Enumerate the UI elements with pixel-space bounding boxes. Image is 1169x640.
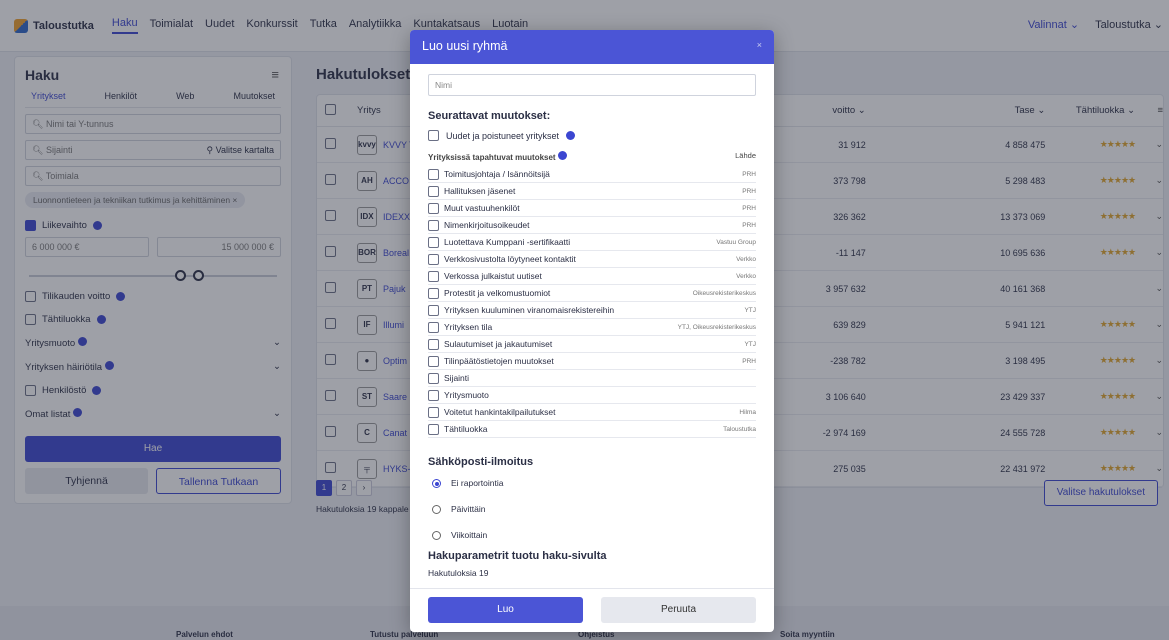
change-option-row[interactable]: Yrityksen tila YTJ, Oikeusrekisterikeskus: [428, 319, 756, 336]
change-option-checkbox[interactable]: [428, 253, 439, 265]
change-option-row[interactable]: Verkkosivustolta löytyneet kontaktit Verk…: [428, 251, 756, 268]
change-option-row[interactable]: Yrityksen kuuluminen viranomaisrekistere…: [428, 302, 756, 319]
change-option-row[interactable]: Voitetut hankintakilpailutukset Hilma: [428, 404, 756, 421]
change-option-label: Voitetut hankintakilpailutukset: [444, 407, 556, 417]
email-notify-title: Sähköposti-ilmoitus: [428, 456, 534, 468]
change-option-row[interactable]: Muut vastuuhenkilöt PRH: [428, 200, 756, 217]
params-title: Hakuparametrit tuotu haku-sivulta: [428, 550, 607, 562]
radio-weekly-label: Viikoittain: [451, 530, 488, 540]
new-removed-option[interactable]: Uudet ja poistuneet yritykset: [428, 130, 756, 141]
change-option-row[interactable]: Toimitusjohtaja / Isännöitsijä PRH: [428, 166, 756, 183]
new-removed-checkbox[interactable]: [428, 130, 439, 141]
params-count: Hakutuloksia 19: [428, 568, 489, 578]
change-option-row[interactable]: Sijainti: [428, 370, 756, 387]
change-option-checkbox[interactable]: [428, 423, 439, 435]
change-option-label: Nimenkirjoitusoikeudet: [444, 220, 530, 230]
change-option-checkbox[interactable]: [428, 287, 439, 299]
modal-footer: Luo Peruuta: [410, 588, 774, 632]
change-option-row[interactable]: Luotettava Kumppani -sertifikaatti Vastuu…: [428, 234, 756, 251]
modal-title: Luo uusi ryhmä: [422, 39, 508, 53]
radio-no-report-dot[interactable]: [432, 478, 441, 488]
change-option-source: PRH: [742, 187, 756, 195]
change-option-row[interactable]: Protestit ja velkomustuomiot Oikeusrekist…: [428, 285, 756, 302]
change-option-source: PRH: [742, 170, 756, 178]
change-option-checkbox[interactable]: [428, 270, 439, 282]
change-option-label: Toimitusjohtaja / Isännöitsijä: [444, 169, 550, 179]
change-option-source: Verkko: [736, 272, 756, 280]
tracked-changes-title: Seurattavat muutokset:: [428, 110, 551, 122]
change-option-label: Tilinpäätöstietojen muutokset: [444, 356, 554, 366]
change-option-source: PRH: [742, 221, 756, 229]
close-icon[interactable]: ×: [757, 40, 762, 50]
change-option-source: Hilma: [739, 408, 756, 416]
change-option-source: Oikeusrekisterikeskus: [692, 289, 756, 297]
change-option-source: PRH: [742, 204, 756, 212]
change-option-checkbox[interactable]: [428, 321, 439, 333]
radio-weekly-dot[interactable]: [432, 530, 441, 540]
radio-daily-dot[interactable]: [432, 504, 441, 514]
change-options-list: Toimitusjohtaja / Isännöitsijä PRH Hallitu…: [428, 166, 756, 438]
change-option-label: Muut vastuuhenkilöt: [444, 203, 520, 213]
change-option-row[interactable]: Hallituksen jäsenet PRH: [428, 183, 756, 200]
change-option-checkbox[interactable]: [428, 355, 439, 367]
change-option-row[interactable]: Nimenkirjoitusoikeudet PRH: [428, 217, 756, 234]
change-option-row[interactable]: Yritysmuoto: [428, 387, 756, 404]
company-changes-header: Yrityksissä tapahtuvat muutokset Lähde: [428, 151, 756, 162]
change-option-label: Verkkosivustolta löytyneet kontaktit: [444, 254, 576, 264]
group-name-input[interactable]: Nimi: [428, 74, 756, 96]
change-option-label: Yrityksen tila: [444, 322, 493, 332]
cancel-button[interactable]: Peruuta: [601, 597, 756, 623]
change-option-label: Tähtiluokka: [444, 424, 488, 434]
change-option-row[interactable]: Sulautumiset ja jakautumiset YTJ: [428, 336, 756, 353]
create-button[interactable]: Luo: [428, 597, 583, 623]
change-option-label: Sulautumiset ja jakautumiset: [444, 339, 553, 349]
change-option-source: YTJ, Oikeusrekisterikeskus: [677, 323, 756, 331]
change-option-checkbox[interactable]: [428, 372, 439, 384]
change-option-source: Vastuu Group: [716, 238, 756, 246]
radio-no-report[interactable]: Ei raportointia: [432, 476, 756, 490]
change-option-checkbox[interactable]: [428, 406, 439, 418]
change-option-checkbox[interactable]: [428, 202, 439, 214]
new-removed-label: Uudet ja poistuneet yritykset: [446, 130, 560, 141]
change-option-label: Protestit ja velkomustuomiot: [444, 288, 551, 298]
change-option-checkbox[interactable]: [428, 236, 439, 248]
change-option-source: YTJ: [744, 340, 756, 348]
change-option-checkbox[interactable]: [428, 168, 439, 180]
radio-daily[interactable]: Päivittäin: [432, 502, 756, 516]
company-changes-label: Yrityksissä tapahtuvat muutokset: [428, 153, 556, 162]
change-option-source: Taloustutka: [723, 425, 756, 433]
change-option-label: Luotettava Kumppani -sertifikaatti: [444, 237, 571, 247]
create-group-modal: Luo uusi ryhmä × Nimi Seurattavat muutok…: [410, 30, 774, 632]
change-option-label: Hallituksen jäsenet: [444, 186, 516, 196]
radio-no-report-label: Ei raportointia: [451, 478, 504, 488]
change-option-row[interactable]: Verkossa julkaistut uutiset Verkko: [428, 268, 756, 285]
change-option-checkbox[interactable]: [428, 304, 439, 316]
change-option-row[interactable]: Tilinpäätöstietojen muutokset PRH: [428, 353, 756, 370]
change-option-label: Verkossa julkaistut uutiset: [444, 271, 542, 281]
change-option-source: PRH: [742, 357, 756, 365]
radio-weekly[interactable]: Viikoittain: [432, 528, 756, 542]
change-option-checkbox[interactable]: [428, 389, 439, 401]
change-option-checkbox[interactable]: [428, 185, 439, 197]
source-header: Lähde: [735, 151, 756, 160]
change-option-source: YTJ: [744, 306, 756, 314]
info-icon[interactable]: [557, 151, 567, 160]
group-name-placeholder: Nimi: [435, 80, 452, 90]
info-icon[interactable]: [566, 131, 576, 140]
change-option-checkbox[interactable]: [428, 219, 439, 231]
change-option-source: Verkko: [736, 255, 756, 263]
change-option-label: Yrityksen kuuluminen viranomaisrekistere…: [444, 305, 615, 315]
change-option-label: Sijainti: [444, 373, 470, 383]
change-option-checkbox[interactable]: [428, 338, 439, 350]
change-option-row[interactable]: Tähtiluokka Taloustutka: [428, 421, 756, 438]
radio-daily-label: Päivittäin: [451, 504, 486, 514]
modal-header: Luo uusi ryhmä ×: [410, 30, 774, 64]
change-option-label: Yritysmuoto: [444, 390, 489, 400]
